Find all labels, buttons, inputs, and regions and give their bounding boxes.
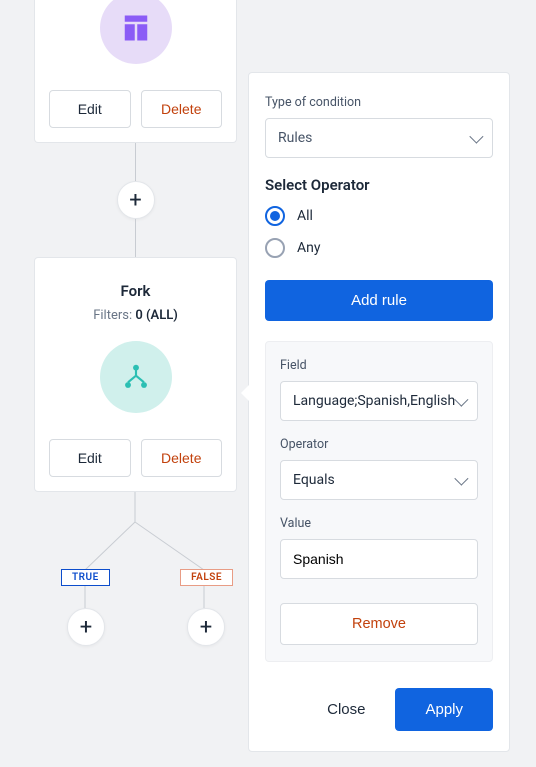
close-button[interactable]: Close (317, 695, 375, 724)
radio-label: All (297, 208, 313, 224)
connector-line (135, 219, 136, 257)
edit-button[interactable]: Edit (49, 439, 131, 477)
select-operator-heading: Select Operator (265, 176, 493, 194)
operator-any-radio[interactable]: Any (265, 238, 493, 258)
rule-box: Field Language;Spanish,English Operator … (265, 341, 493, 662)
node-subtitle: Filters: 0 (ALL) (35, 308, 236, 323)
apply-button[interactable]: Apply (395, 688, 493, 731)
connector-line (135, 143, 136, 181)
chevron-down-icon (454, 472, 468, 486)
operator-all-radio[interactable]: All (265, 206, 493, 226)
chevron-down-icon (469, 130, 483, 144)
flow-column: Edit Delete + Fork Filters: 0 (ALL) Edit… (34, 0, 237, 622)
radio-label: Any (297, 240, 321, 256)
fork-icon (120, 361, 152, 393)
layout-icon (121, 13, 151, 43)
add-rule-button[interactable]: Add rule (265, 280, 493, 321)
add-node-button[interactable]: + (117, 181, 155, 219)
operator-select[interactable]: Equals (280, 460, 478, 500)
type-of-condition-select[interactable]: Rules (265, 118, 493, 158)
chevron-down-icon (455, 393, 469, 407)
field-select[interactable]: Language;Spanish,English (280, 381, 478, 421)
node-card: Edit Delete (34, 0, 237, 143)
panel-footer: Close Apply (265, 688, 493, 731)
node-title: Fork (35, 282, 236, 300)
fork-card: Fork Filters: 0 (ALL) Edit Delete (34, 257, 237, 492)
condition-panel: Type of condition Rules Select Operator … (248, 72, 510, 752)
add-node-true-button[interactable]: + (67, 608, 105, 646)
value-input[interactable] (280, 539, 478, 579)
branch-lines (34, 492, 237, 622)
branch-false-label: FALSE (180, 569, 233, 586)
operator-label: Operator (280, 437, 478, 452)
type-of-condition-label: Type of condition (265, 95, 493, 110)
remove-rule-button[interactable]: Remove (280, 603, 478, 645)
radio-checked-icon (265, 206, 285, 226)
branch-true-label: TRUE (61, 569, 110, 586)
field-label: Field (280, 358, 478, 373)
radio-unchecked-icon (265, 238, 285, 258)
delete-button[interactable]: Delete (141, 90, 223, 128)
fork-icon-circle (100, 341, 172, 413)
delete-button[interactable]: Delete (141, 439, 223, 477)
value-label: Value (280, 516, 478, 531)
add-node-false-button[interactable]: + (187, 608, 225, 646)
fork-branches: TRUE FALSE + + (34, 492, 237, 622)
edit-button[interactable]: Edit (49, 90, 131, 128)
template-icon (100, 0, 172, 64)
